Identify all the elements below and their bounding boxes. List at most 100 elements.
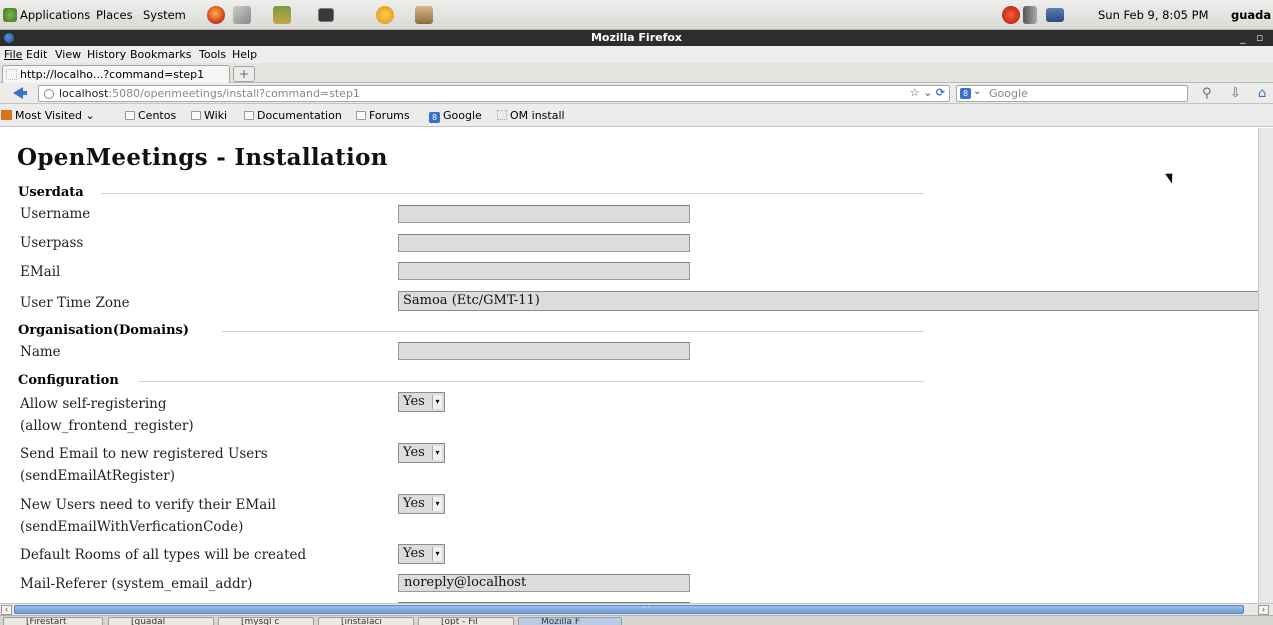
bookmark-wiki[interactable]: Wiki: [191, 109, 227, 122]
new-tab-button[interactable]: +: [233, 66, 255, 82]
clock[interactable]: Sun Feb 9, 8:05 PM: [1098, 8, 1209, 22]
send-email-select[interactable]: Yes ▾: [398, 443, 445, 463]
folder-icon: [191, 111, 201, 120]
bookmark-centos[interactable]: Centos: [125, 109, 176, 122]
menu-edit[interactable]: Edit: [26, 48, 47, 61]
taskbar-item[interactable]: [opt - Fil: [418, 617, 514, 625]
top-panel: Applications Places System Sun Feb 9, 8:…: [0, 0, 1273, 30]
menu-help[interactable]: Help: [232, 48, 257, 61]
back-arrow-icon[interactable]: [13, 87, 27, 99]
legend-configuration: Configuration: [18, 373, 119, 388]
mouse-cursor-icon: [1165, 170, 1177, 184]
menu-tools[interactable]: Tools: [199, 48, 226, 61]
bookmarks-toolbar: Most Visited ⌄ Centos Wiki Documentation…: [0, 104, 1273, 127]
page-favicon-icon: [6, 69, 17, 80]
reload-icon[interactable]: ⟳: [936, 86, 945, 99]
taskbar-item[interactable]: [mysql c: [218, 617, 314, 625]
taskbar-item[interactable]: [guadal: [108, 617, 214, 625]
org-name-label: Name: [20, 344, 61, 360]
app-launcher-icon[interactable]: [273, 6, 291, 24]
scroll-left-icon[interactable]: ‹: [1, 605, 12, 615]
self-register-select[interactable]: Yes ▾: [398, 392, 445, 412]
bookmark-documentation[interactable]: Documentation: [244, 109, 342, 122]
timezone-value: Samoa (Etc/GMT-11): [403, 293, 540, 308]
most-visited-icon: [1, 110, 12, 120]
page-title: OpenMeetings - Installation: [17, 144, 388, 171]
scroll-right-icon[interactable]: ›: [1258, 605, 1269, 615]
network-tray-icon[interactable]: [1002, 6, 1020, 24]
bookmark-most-visited[interactable]: Most Visited ⌄: [1, 109, 95, 122]
horizontal-scrollbar[interactable]: ‹ ··· ›: [0, 603, 1273, 615]
url-controls[interactable]: ☆ ⌄ ⟳: [910, 86, 945, 99]
site-identity-icon[interactable]: [44, 89, 54, 99]
verify-email-key: (sendEmailWithVerficationCode): [20, 519, 244, 535]
applications-menu[interactable]: Applications: [20, 8, 90, 22]
legend-organisation: Organisation(Domains): [18, 323, 190, 338]
window-title: Mozilla Firefox: [590, 31, 683, 44]
folder-icon: [244, 111, 254, 120]
default-rooms-label: Default Rooms of all types will be creat…: [20, 547, 307, 563]
username-label: Username: [20, 206, 91, 222]
menu-view[interactable]: View: [55, 48, 81, 61]
url-text[interactable]: localhost:5080/openmeetings/install?comm…: [59, 87, 360, 100]
org-name-field[interactable]: [398, 342, 690, 360]
menu-history[interactable]: History: [87, 48, 126, 61]
verify-email-select[interactable]: Yes ▾: [398, 494, 445, 514]
window-titlebar[interactable]: Mozilla Firefox _ ▫: [0, 30, 1273, 46]
volume-tray-icon[interactable]: [1023, 6, 1037, 24]
default-rooms-select[interactable]: Yes ▾: [398, 544, 445, 564]
search-engine-dropdown-icon[interactable]: ⌄: [973, 86, 981, 97]
bookmark-star-icon[interactable]: ☆: [910, 86, 920, 99]
applications-icon[interactable]: [3, 8, 17, 22]
search-placeholder: Google: [989, 87, 1028, 100]
download-arrow-icon[interactable]: ⇩: [1230, 86, 1241, 101]
taskbar-item[interactable]: [instalaci: [318, 617, 414, 625]
tab-install[interactable]: http://localho...?command=step1: [2, 65, 230, 83]
bookmark-google[interactable]: 8 Google: [429, 109, 482, 123]
maximize-icon[interactable]: ▫: [1256, 31, 1263, 44]
navigation-bar: localhost:5080/openmeetings/install?comm…: [0, 83, 1273, 104]
verify-email-label: New Users need to verify their EMail: [20, 497, 276, 513]
tab-strip: http://localho...?command=step1 +: [0, 63, 1273, 83]
mail-referer-label: Mail-Referer (system_email_addr): [20, 576, 253, 592]
search-engine-icon[interactable]: 8: [960, 88, 971, 99]
menu-bar: File Edit View History Bookmarks Tools H…: [0, 46, 1273, 63]
mail-launcher-icon[interactable]: [233, 6, 251, 24]
username-field[interactable]: [398, 205, 690, 223]
bookmark-om-install[interactable]: OM install: [497, 109, 565, 122]
send-email-key: (sendEmailAtRegister): [20, 468, 175, 484]
search-bar[interactable]: 8 ⌄ Google: [956, 85, 1188, 102]
places-menu[interactable]: Places: [96, 8, 133, 22]
url-dropdown-icon[interactable]: ⌄: [923, 86, 932, 99]
minimize-icon[interactable]: _: [1240, 31, 1246, 44]
page-icon: [497, 110, 507, 120]
vertical-scrollbar[interactable]: [1258, 128, 1273, 603]
tab-label: http://localho...?command=step1: [20, 68, 205, 81]
menu-file[interactable]: File: [4, 48, 22, 61]
scroll-thumb[interactable]: ···: [14, 603, 1244, 614]
settings-launcher-icon[interactable]: [376, 6, 394, 24]
email-field[interactable]: [398, 262, 690, 280]
display-tray-icon[interactable]: [1046, 8, 1064, 22]
userpass-field[interactable]: [398, 234, 690, 252]
mail-referer-field[interactable]: noreply@localhost: [398, 574, 690, 592]
taskbar-item[interactable]: [Firestart: [3, 617, 103, 625]
timezone-select[interactable]: Samoa (Etc/GMT-11): [398, 291, 1258, 311]
email-label: EMail: [20, 264, 61, 280]
firefox-launcher-icon[interactable]: [207, 6, 225, 24]
user-menu[interactable]: guada: [1231, 8, 1271, 22]
fieldset-divider: [101, 193, 924, 194]
system-menu[interactable]: System: [143, 8, 186, 22]
package-launcher-icon[interactable]: [415, 6, 433, 24]
bookmark-forums[interactable]: Forums: [356, 109, 410, 122]
binoculars-icon[interactable]: ⚲: [1202, 86, 1212, 101]
taskbar-item[interactable]: Mozilla F: [518, 617, 622, 625]
terminal-launcher-icon[interactable]: [318, 8, 334, 22]
dropdown-arrow-icon: ▾: [432, 395, 442, 409]
grip-icon: ···: [642, 603, 650, 612]
url-bar[interactable]: localhost:5080/openmeetings/install?comm…: [38, 85, 950, 102]
userpass-label: Userpass: [20, 235, 84, 251]
home-icon[interactable]: ⌂: [1258, 86, 1266, 101]
folder-icon: [356, 111, 366, 120]
menu-bookmarks[interactable]: Bookmarks: [130, 48, 191, 61]
